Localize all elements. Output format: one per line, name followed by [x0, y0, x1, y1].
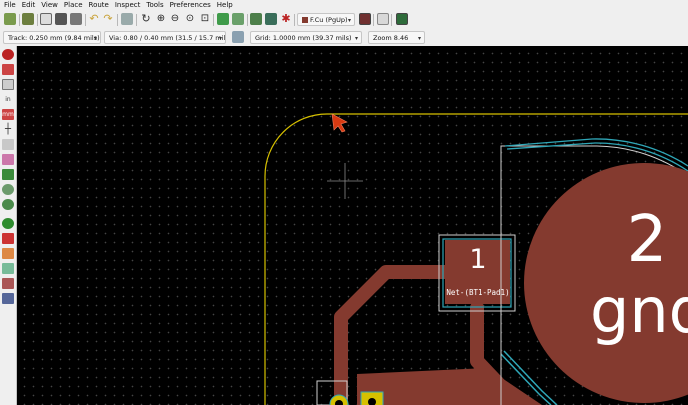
- page-settings-icon[interactable]: [22, 13, 34, 25]
- layers-manager-icon[interactable]: [2, 263, 14, 274]
- layer-pair-icon[interactable]: [359, 13, 371, 25]
- main-toolbar: ↶ ↷ ↻ ⊕ ⊖ ⊙ ⊡ ✱ F.Cu (PgUp) ▾: [0, 11, 688, 30]
- inch-units-icon[interactable]: in: [2, 94, 14, 105]
- module-icon[interactable]: [2, 278, 14, 289]
- print-icon[interactable]: [55, 13, 67, 25]
- layer-color-swatch: [302, 17, 308, 23]
- pad2-net-label: gnd: [590, 274, 688, 347]
- crosshair-cursor: [327, 163, 363, 199]
- track-sketch-icon[interactable]: [2, 218, 14, 229]
- drc-bug-icon[interactable]: ✱: [280, 13, 292, 25]
- footprint-editor-icon[interactable]: [217, 13, 229, 25]
- 3d-viewer-icon[interactable]: [396, 13, 408, 25]
- zoom-in-icon[interactable]: ⊕: [155, 13, 167, 25]
- pcb-canvas[interactable]: 1 Net-(BT1-Pad1) 2 gnd: [17, 46, 688, 405]
- undo-icon[interactable]: ↶: [88, 13, 100, 25]
- update-pcb-icon[interactable]: [265, 13, 277, 25]
- text-icon[interactable]: [2, 293, 14, 304]
- mouse-pointer-icon: [331, 113, 348, 133]
- menu-tools[interactable]: Tools: [142, 0, 165, 11]
- zoom-selection-icon[interactable]: ⊡: [199, 13, 211, 25]
- high-contrast-icon[interactable]: [2, 233, 14, 244]
- grid-select[interactable]: Grid: 1.0000 mm (39.37 mils) ▾: [250, 31, 362, 44]
- menu-route[interactable]: Route: [85, 0, 111, 11]
- polar-coords-icon[interactable]: [2, 79, 14, 90]
- menu-bar: File Edit View Place Route Inspect Tools Prefer…: [0, 0, 688, 11]
- options-toolbar: Track: 0.250 mm (9.84 mils) * ▾ Via: 0.80…: [0, 29, 688, 47]
- find-icon[interactable]: [121, 13, 133, 25]
- menu-place[interactable]: Place: [60, 0, 85, 11]
- drc-marker-icon[interactable]: [2, 49, 14, 60]
- footprint-viewer-icon[interactable]: [232, 13, 244, 25]
- menu-inspect[interactable]: Inspect: [111, 0, 143, 11]
- refresh-icon[interactable]: ↻: [140, 13, 152, 25]
- layer-select[interactable]: F.Cu (PgUp) ▾: [297, 13, 355, 26]
- chevron-down-icon: ▾: [218, 35, 222, 42]
- menu-help[interactable]: Help: [213, 0, 235, 11]
- menu-edit[interactable]: Edit: [18, 0, 38, 11]
- via-sketch-icon[interactable]: [2, 199, 14, 210]
- via-size-select[interactable]: Via: 0.80 / 0.40 mm (31.5 / 15.7 mils) *…: [104, 31, 226, 44]
- ratsnest-icon[interactable]: [2, 139, 14, 150]
- microwave-icon[interactable]: [2, 248, 14, 259]
- grid-toggle-icon[interactable]: [2, 64, 14, 75]
- menu-preferences[interactable]: Preferences: [166, 0, 213, 11]
- zone-fill-icon[interactable]: [2, 169, 14, 180]
- pad2-number: 2: [627, 203, 668, 277]
- mm-units-icon[interactable]: mm: [2, 109, 14, 120]
- chevron-down-icon: ▾: [93, 35, 97, 42]
- local-ratsnest-icon[interactable]: [2, 154, 14, 165]
- menu-view[interactable]: View: [37, 0, 60, 11]
- pad-sketch-icon[interactable]: [2, 184, 14, 195]
- redo-icon[interactable]: ↷: [102, 13, 114, 25]
- chevron-down-icon: ▾: [347, 17, 351, 24]
- cursor-shape-icon[interactable]: ┼: [2, 124, 14, 135]
- pad1-number: 1: [469, 244, 486, 275]
- zoom-select[interactable]: Zoom 8.46 ▾: [368, 31, 425, 44]
- save-icon[interactable]: [40, 13, 52, 25]
- board-setup-icon[interactable]: [4, 13, 16, 25]
- chevron-down-icon: ▾: [354, 35, 358, 42]
- left-toolbar: in mm ┼: [0, 46, 17, 405]
- menu-file[interactable]: File: [0, 0, 18, 11]
- zoom-out-icon[interactable]: ⊖: [169, 13, 181, 25]
- auto-track-width-icon[interactable]: [232, 31, 244, 43]
- track-width-select[interactable]: Track: 0.250 mm (9.84 mils) * ▾: [3, 31, 101, 44]
- copper-pour: [357, 368, 542, 405]
- chevron-down-icon: ▾: [417, 35, 421, 42]
- plot-icon[interactable]: [70, 13, 82, 25]
- pad1-net-label: Net-(BT1-Pad1): [446, 288, 509, 297]
- netlist-icon[interactable]: [250, 13, 262, 25]
- zoom-fit-icon[interactable]: ⊙: [184, 13, 196, 25]
- scripting-console-icon[interactable]: [377, 13, 389, 25]
